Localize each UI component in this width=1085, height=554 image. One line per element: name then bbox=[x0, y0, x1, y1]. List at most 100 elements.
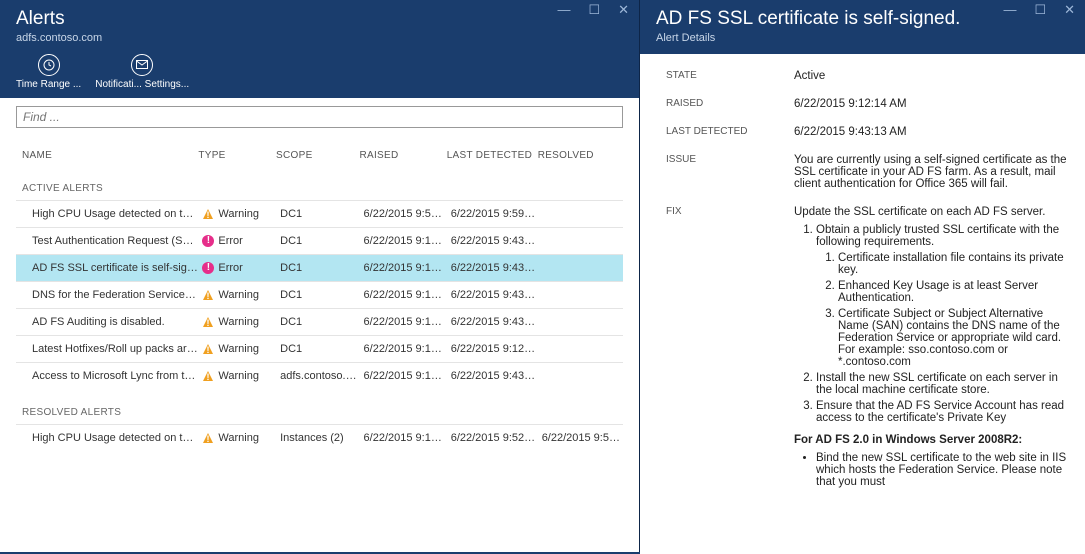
alert-name: Access to Microsoft Lync from the extra.… bbox=[16, 370, 198, 382]
alerts-grid: NAME TYPE SCOPE RAISED LAST DETECTED RES… bbox=[16, 146, 623, 451]
alert-scope: DC1 bbox=[276, 262, 359, 274]
issue-label: ISSUE bbox=[666, 154, 794, 190]
detail-raised-row: RAISED 6/22/2015 9:12:14 AM bbox=[666, 98, 1067, 110]
minimize-icon[interactable]: — bbox=[553, 0, 574, 20]
alert-raised: 6/22/2015 9:12:14 bbox=[360, 235, 447, 247]
fix-step-1a: Certificate installation file contains i… bbox=[838, 252, 1067, 276]
alerts-subtitle: adfs.contoso.com bbox=[16, 32, 623, 44]
warning-icon: ! bbox=[202, 432, 214, 444]
fix-2008r2-list: Bind the new SSL certificate to the web … bbox=[794, 452, 1067, 488]
details-body[interactable]: STATE Active RAISED 6/22/2015 9:12:14 AM… bbox=[640, 54, 1085, 554]
alert-raised: 6/22/2015 9:12:14 bbox=[360, 262, 447, 274]
alert-scope: adfs.contoso.com bbox=[276, 370, 359, 382]
svg-text:!: ! bbox=[207, 291, 210, 301]
warning-icon: ! bbox=[202, 343, 214, 355]
alert-type: !Warning bbox=[198, 370, 276, 382]
fix-steps-list: Obtain a publicly trusted SSL certificat… bbox=[794, 224, 1067, 424]
details-subtitle: Alert Details bbox=[656, 32, 1069, 44]
table-row[interactable]: Latest Hotfixes/Roll up packs are not in… bbox=[16, 335, 623, 362]
alert-detected: 6/22/2015 9:43:13 bbox=[447, 235, 538, 247]
table-row[interactable]: Access to Microsoft Lync from the extra.… bbox=[16, 362, 623, 389]
alert-detected: 6/22/2015 9:43:13 bbox=[447, 370, 538, 382]
alert-name: AD FS SSL certificate is self-signed. bbox=[16, 262, 198, 274]
alert-type: !Warning bbox=[198, 208, 276, 220]
raised-label: RAISED bbox=[666, 98, 794, 110]
fix-step-1: Obtain a publicly trusted SSL certificat… bbox=[816, 224, 1067, 368]
raised-value: 6/22/2015 9:12:14 AM bbox=[794, 98, 1067, 110]
warning-icon: ! bbox=[202, 208, 214, 220]
maximize-icon[interactable]: ☐ bbox=[1030, 0, 1050, 20]
minimize-icon[interactable]: — bbox=[999, 0, 1020, 20]
last-detected-label: LAST DETECTED bbox=[666, 126, 794, 138]
svg-text:!: ! bbox=[207, 318, 210, 328]
resolved-alerts-section: RESOLVED ALERTS bbox=[16, 389, 623, 424]
alert-type: !Warning bbox=[198, 343, 276, 355]
table-row[interactable]: AD FS Auditing is disabled.!WarningDC1 6/… bbox=[16, 308, 623, 335]
alert-type: !Warning bbox=[198, 289, 276, 301]
notification-settings-button[interactable]: Notificati... Settings... bbox=[95, 54, 189, 90]
window-controls-right: — ☐ ✕ bbox=[999, 0, 1079, 20]
window-controls-left: — ☐ ✕ bbox=[553, 0, 633, 20]
alert-raised: 6/22/2015 9:55:59 bbox=[360, 208, 447, 220]
issue-value: You are currently using a self-signed ce… bbox=[794, 154, 1067, 190]
fix-step-1b: Enhanced Key Usage is at least Server Au… bbox=[838, 280, 1067, 304]
alert-scope: DC1 bbox=[276, 289, 359, 301]
col-name[interactable]: NAME bbox=[16, 150, 198, 161]
alert-name: Test Authentication Request (Synthetic..… bbox=[16, 235, 198, 247]
svg-text:!: ! bbox=[207, 434, 210, 444]
alert-detected: 6/22/2015 9:52:58 bbox=[447, 432, 538, 444]
search-input[interactable] bbox=[16, 106, 623, 128]
alerts-toolbar: Time Range ... Notificati... Settings... bbox=[0, 50, 639, 98]
col-resolved[interactable]: RESOLVED bbox=[538, 150, 623, 161]
warning-icon: ! bbox=[202, 370, 214, 382]
table-row[interactable]: High CPU Usage detected on the Feder...!… bbox=[16, 200, 623, 227]
alerts-header: — ☐ ✕ Alerts adfs.contoso.com bbox=[0, 0, 639, 50]
table-row[interactable]: DNS for the Federation Service may be...… bbox=[16, 281, 623, 308]
svg-text:!: ! bbox=[207, 210, 210, 220]
alert-raised: 6/22/2015 9:13:27 bbox=[360, 432, 447, 444]
alert-scope: Instances (2) bbox=[276, 432, 359, 444]
alert-detected: 6/22/2015 9:12:13 bbox=[447, 343, 538, 355]
alerts-body: NAME TYPE SCOPE RAISED LAST DETECTED RES… bbox=[0, 98, 639, 552]
error-icon: ! bbox=[202, 235, 214, 247]
state-value: Active bbox=[794, 70, 1067, 82]
close-icon[interactable]: ✕ bbox=[1060, 0, 1079, 20]
detail-state-row: STATE Active bbox=[666, 70, 1067, 82]
col-scope[interactable]: SCOPE bbox=[276, 150, 359, 161]
time-range-button[interactable]: Time Range ... bbox=[16, 54, 81, 90]
maximize-icon[interactable]: ☐ bbox=[584, 0, 604, 20]
alert-scope: DC1 bbox=[276, 343, 359, 355]
alerts-title: Alerts bbox=[16, 8, 623, 30]
warning-icon: ! bbox=[202, 289, 214, 301]
alert-scope: DC1 bbox=[276, 316, 359, 328]
state-label: STATE bbox=[666, 70, 794, 82]
notification-settings-label: Notificati... Settings... bbox=[95, 79, 189, 90]
fix-2008r2-item: Bind the new SSL certificate to the web … bbox=[816, 452, 1067, 488]
alert-resolved: 6/22/2015 9:53:58 bbox=[538, 432, 623, 444]
active-alerts-section: ACTIVE ALERTS bbox=[16, 165, 623, 200]
table-row[interactable]: High CPU Usage detected on the Feder...!… bbox=[16, 424, 623, 451]
alert-detected: 6/22/2015 9:43:13 bbox=[447, 316, 538, 328]
last-detected-value: 6/22/2015 9:43:13 AM bbox=[794, 126, 1067, 138]
alert-name: Latest Hotfixes/Roll up packs are not in… bbox=[16, 343, 198, 355]
alert-raised: 6/22/2015 9:12:14 bbox=[360, 289, 447, 301]
fix-step-2: Install the new SSL certificate on each … bbox=[816, 372, 1067, 396]
col-last-detected[interactable]: LAST DETECTED bbox=[447, 150, 538, 161]
close-icon[interactable]: ✕ bbox=[614, 0, 633, 20]
alert-details-pane: — ☐ ✕ AD FS SSL certificate is self-sign… bbox=[640, 0, 1085, 552]
alert-detected: 6/22/2015 9:43:13 bbox=[447, 262, 538, 274]
detail-last-detected-row: LAST DETECTED 6/22/2015 9:43:13 AM bbox=[666, 126, 1067, 138]
svg-text:!: ! bbox=[207, 372, 210, 382]
fix-step-1-sub: Certificate installation file contains i… bbox=[816, 252, 1067, 368]
alert-scope: DC1 bbox=[276, 235, 359, 247]
alerts-pane: — ☐ ✕ Alerts adfs.contoso.com Time Range… bbox=[0, 0, 640, 552]
alert-name: DNS for the Federation Service may be... bbox=[16, 289, 198, 301]
alert-type: !Error bbox=[198, 235, 276, 247]
alert-detected: 6/22/2015 9:59:03 bbox=[447, 208, 538, 220]
alert-type: !Warning bbox=[198, 316, 276, 328]
col-raised[interactable]: RAISED bbox=[359, 150, 446, 161]
table-row[interactable]: AD FS SSL certificate is self-signed.!Er… bbox=[16, 254, 623, 281]
alert-name: AD FS Auditing is disabled. bbox=[16, 316, 198, 328]
table-row[interactable]: Test Authentication Request (Synthetic..… bbox=[16, 227, 623, 254]
col-type[interactable]: TYPE bbox=[198, 150, 276, 161]
